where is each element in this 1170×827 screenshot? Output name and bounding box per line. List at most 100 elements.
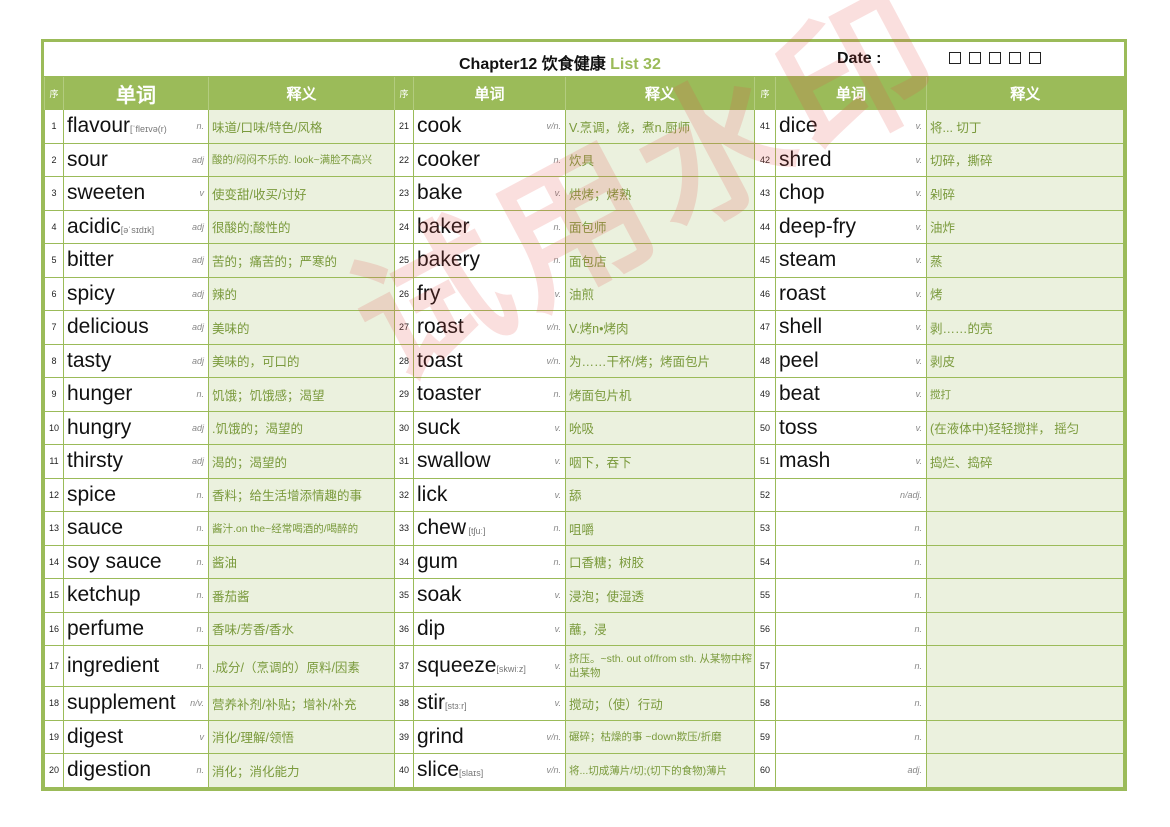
entry-word-cell[interactable]: hunger n. [63, 377, 209, 412]
entry-definition[interactable]: 酱汁.on the~经常喝酒的/喝醉的 [208, 511, 395, 546]
entry-definition[interactable]: 渴的；渴望的 [208, 444, 395, 479]
entry-definition[interactable]: 蒸 [926, 243, 1124, 278]
entry-word-cell[interactable]: n. [775, 611, 927, 646]
entry-definition[interactable]: 油炸 [926, 209, 1124, 244]
entry-word-cell[interactable]: dip v. [413, 611, 566, 646]
entry-definition[interactable] [926, 611, 1124, 646]
entry-definition[interactable]: 烘烤；烤熟 [565, 176, 755, 211]
entry-definition[interactable]: 咽下，吞下 [565, 444, 755, 479]
entry-definition[interactable]: 切碎，撕碎 [926, 142, 1124, 177]
entry-definition[interactable]: 搅打 [926, 377, 1124, 412]
entry-definition[interactable]: 浸泡；使湿透 [565, 578, 755, 613]
entry-definition[interactable] [926, 578, 1124, 613]
entry-word-cell[interactable]: toast v/n. [413, 343, 566, 378]
entry-word-cell[interactable]: steam v. [775, 243, 927, 278]
entry-definition[interactable]: 将... 切丁 [926, 109, 1124, 144]
entry-word-cell[interactable]: n/adj. [775, 477, 927, 512]
entry-word-cell[interactable]: baker n. [413, 209, 566, 244]
entry-definition[interactable]: 美味的，可口的 [208, 343, 395, 378]
entry-word-cell[interactable]: toaster n. [413, 377, 566, 412]
entry-word-cell[interactable]: peel v. [775, 343, 927, 378]
date-checkbox[interactable] [1009, 52, 1021, 64]
entry-word-cell[interactable]: acidic[əˈsɪdɪk] adj [63, 209, 209, 244]
entry-word-cell[interactable]: cook v/n. [413, 109, 566, 144]
entry-word-cell[interactable]: cooker n. [413, 142, 566, 177]
entry-definition[interactable]: 苦的；痛苦的；严寒的 [208, 243, 395, 278]
entry-definition[interactable]: 很酸的;酸性的 [208, 209, 395, 244]
entry-word-cell[interactable]: stir[stɜːr] v. [413, 686, 566, 721]
entry-definition[interactable]: 烤面包片机 [565, 377, 755, 412]
entry-definition[interactable]: 味道/口味/特色/风格 [208, 109, 395, 144]
entry-word-cell[interactable]: lick v. [413, 477, 566, 512]
entry-definition[interactable] [926, 544, 1124, 579]
entry-word-cell[interactable]: bake v. [413, 176, 566, 211]
entry-word-cell[interactable]: bakery n. [413, 243, 566, 278]
entry-word-cell[interactable]: toss v. [775, 410, 927, 445]
entry-definition[interactable]: 美味的 [208, 310, 395, 345]
date-checkbox[interactable] [969, 52, 981, 64]
entry-definition[interactable]: 香味/芳香/香水 [208, 611, 395, 646]
entry-word-cell[interactable]: ketchup n. [63, 578, 209, 613]
entry-definition[interactable] [926, 477, 1124, 512]
entry-word-cell[interactable]: flavour[ˈfleɪvə(r) n. [63, 109, 209, 144]
entry-definition[interactable]: 酸的/闷闷不乐的. look~满脸不高兴 [208, 142, 395, 177]
entry-definition[interactable]: 搅动；（使）行动 [565, 686, 755, 721]
entry-word-cell[interactable]: adj. [775, 753, 927, 788]
entry-word-cell[interactable]: soak v. [413, 578, 566, 613]
entry-definition[interactable]: 蘸，浸 [565, 611, 755, 646]
entry-word-cell[interactable]: ingredient n. [63, 645, 209, 687]
entry-definition[interactable]: V.烤n•烤肉 [565, 310, 755, 345]
entry-definition[interactable]: 油煎 [565, 276, 755, 311]
entry-word-cell[interactable]: dice v. [775, 109, 927, 144]
entry-word-cell[interactable]: suck v. [413, 410, 566, 445]
entry-definition[interactable]: 捣烂、捣碎 [926, 444, 1124, 479]
entry-definition[interactable]: 烤 [926, 276, 1124, 311]
entry-word-cell[interactable]: delicious adj [63, 310, 209, 345]
entry-word-cell[interactable]: sour adj [63, 142, 209, 177]
entry-definition[interactable]: 辣的 [208, 276, 395, 311]
entry-word-cell[interactable]: tasty adj [63, 343, 209, 378]
entry-definition[interactable]: 剥皮 [926, 343, 1124, 378]
entry-definition[interactable]: 营养补剂/补贴；增补/补充 [208, 686, 395, 721]
entry-word-cell[interactable]: digestion n. [63, 753, 209, 788]
entry-word-cell[interactable]: soy sauce n. [63, 544, 209, 579]
entry-word-cell[interactable]: n. [775, 686, 927, 721]
entry-word-cell[interactable]: beat v. [775, 377, 927, 412]
entry-definition[interactable]: 饥饿；饥饿感；渴望 [208, 377, 395, 412]
entry-definition[interactable] [926, 645, 1124, 687]
entry-word-cell[interactable]: hungry adj [63, 410, 209, 445]
entry-word-cell[interactable]: deep-fry v. [775, 209, 927, 244]
entry-word-cell[interactable]: chew [tʃuː] n. [413, 511, 566, 546]
entry-definition[interactable] [926, 511, 1124, 546]
entry-definition[interactable]: (在液体中)轻轻搅拌， 摇匀 [926, 410, 1124, 445]
entry-definition[interactable]: 挤压。~sth. out of/from sth. 从某物中榨出某物 [565, 645, 755, 687]
entry-word-cell[interactable]: n. [775, 719, 927, 754]
entry-definition[interactable]: 面包店 [565, 243, 755, 278]
entry-definition[interactable]: 消化；消化能力 [208, 753, 395, 788]
entry-definition[interactable]: 香料；给生活增添情趣的事 [208, 477, 395, 512]
entry-definition[interactable]: 使变甜/收买/讨好 [208, 176, 395, 211]
entry-word-cell[interactable]: n. [775, 544, 927, 579]
entry-word-cell[interactable]: spicy adj [63, 276, 209, 311]
entry-word-cell[interactable]: mash v. [775, 444, 927, 479]
entry-word-cell[interactable]: squeeze[skwiːz] v. [413, 645, 566, 687]
entry-word-cell[interactable]: n. [775, 511, 927, 546]
entry-word-cell[interactable]: gum n. [413, 544, 566, 579]
entry-definition[interactable]: 酱油 [208, 544, 395, 579]
entry-definition[interactable]: .成分/（烹调的）原料/因素 [208, 645, 395, 687]
entry-definition[interactable]: .饥饿的；渴望的 [208, 410, 395, 445]
entry-word-cell[interactable]: digest v [63, 719, 209, 754]
entry-word-cell[interactable]: bitter adj [63, 243, 209, 278]
entry-definition[interactable]: 消化/理解/领悟 [208, 719, 395, 754]
entry-word-cell[interactable]: swallow v. [413, 444, 566, 479]
entry-definition[interactable]: V.烹调，烧，煮n.厨师 [565, 109, 755, 144]
entry-word-cell[interactable]: thirsty adj [63, 444, 209, 479]
entry-definition[interactable]: 面包师 [565, 209, 755, 244]
entry-definition[interactable]: 舔 [565, 477, 755, 512]
entry-word-cell[interactable]: sweeten v [63, 176, 209, 211]
entry-word-cell[interactable]: shred v. [775, 142, 927, 177]
entry-word-cell[interactable]: roast v. [775, 276, 927, 311]
entry-word-cell[interactable]: n. [775, 578, 927, 613]
entry-word-cell[interactable]: shell v. [775, 310, 927, 345]
entry-definition[interactable]: 咀嚼 [565, 511, 755, 546]
